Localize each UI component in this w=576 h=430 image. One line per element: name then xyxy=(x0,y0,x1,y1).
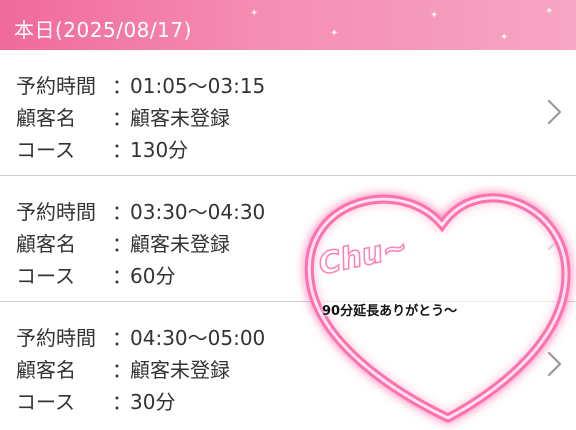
time-label: 予約時間 xyxy=(16,326,96,350)
customer-label: 顧客名 xyxy=(16,358,76,382)
time-line: 予約時間 ：03:30〜04:30 xyxy=(16,196,265,225)
course-line: コース ：130分 xyxy=(16,134,188,163)
customer-line: 顧客名 ：顧客未登録 xyxy=(16,102,230,131)
customer-line: 顧客名 ：顧客未登録 xyxy=(16,228,230,257)
customer-label: 顧客名 xyxy=(16,106,76,130)
course-label: コース xyxy=(16,138,75,162)
colon: ： xyxy=(112,232,132,256)
colon: ： xyxy=(112,200,132,224)
customer-line: 顧客名 ：顧客未登録 xyxy=(16,354,230,383)
chevron-right-icon[interactable] xyxy=(542,98,566,126)
course-label: コース xyxy=(16,390,75,414)
colon: ： xyxy=(112,106,132,130)
course-line: コース ：60分 xyxy=(16,260,175,289)
time-line: 予約時間 ：04:30〜05:00 xyxy=(16,322,265,351)
chevron-right-icon[interactable] xyxy=(542,224,566,252)
course-value: 60分 xyxy=(130,264,176,288)
sparkle-icon: ✦ xyxy=(545,6,554,17)
course-line: コース ：30分 xyxy=(16,386,175,415)
customer-value: 顧客未登録 xyxy=(130,106,230,130)
reservation-row[interactable]: 予約時間 ：01:05〜03:15 顧客名 ：顧客未登録 コース ：130分 xyxy=(0,50,576,176)
date-title: 本日(2025/08/17) xyxy=(14,18,192,42)
course-value: 30分 xyxy=(130,390,176,414)
colon: ： xyxy=(112,138,132,162)
colon: ： xyxy=(112,74,132,98)
colon: ： xyxy=(112,358,132,382)
customer-value: 顧客未登録 xyxy=(130,358,230,382)
time-value: 04:30〜05:00 xyxy=(130,326,266,350)
colon: ： xyxy=(112,326,132,350)
time-value: 01:05〜03:15 xyxy=(130,74,266,98)
reservation-row[interactable]: 予約時間 ：04:30〜05:00 顧客名 ：顧客未登録 コース ：30分 xyxy=(0,302,576,428)
time-value: 03:30〜04:30 xyxy=(130,200,266,224)
time-label: 予約時間 xyxy=(16,74,96,98)
sparkle-icon: ✦ xyxy=(430,10,439,21)
time-line: 予約時間 ：01:05〜03:15 xyxy=(16,70,265,99)
sparkle-icon: ✦ xyxy=(330,28,339,39)
date-header: ✦ ✦ ✦ ✦ ✦ 本日(2025/08/17) xyxy=(0,0,576,50)
reservation-list: 予約時間 ：01:05〜03:15 顧客名 ：顧客未登録 コース ：130分 予約時間… xyxy=(0,50,576,428)
reservation-row[interactable]: 予約時間 ：03:30〜04:30 顧客名 ：顧客未登録 コース ：60分 xyxy=(0,176,576,302)
customer-value: 顧客未登録 xyxy=(130,232,230,256)
chevron-right-icon[interactable] xyxy=(542,350,566,378)
time-label: 予約時間 xyxy=(16,200,96,224)
colon: ： xyxy=(112,264,132,288)
course-value: 130分 xyxy=(130,138,189,162)
sparkle-icon: ✦ xyxy=(250,8,259,19)
extension-message: 90分延長ありがとう〜 xyxy=(322,304,458,319)
customer-label: 顧客名 xyxy=(16,232,76,256)
course-label: コース xyxy=(16,264,75,288)
sparkle-icon: ✦ xyxy=(500,32,509,43)
colon: ： xyxy=(112,390,132,414)
